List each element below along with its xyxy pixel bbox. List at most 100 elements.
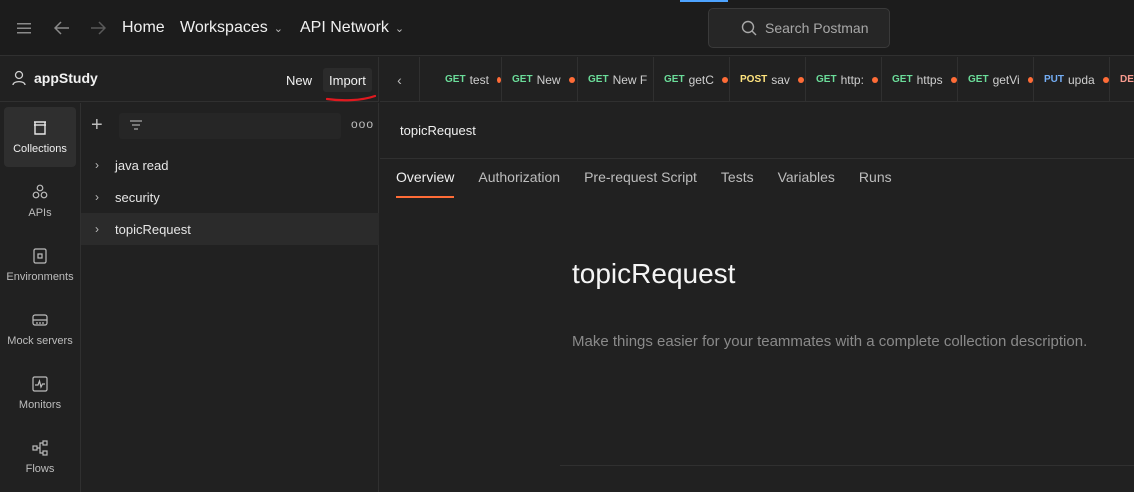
request-name: upda xyxy=(1068,72,1095,87)
tab-authorization[interactable]: Authorization xyxy=(478,169,560,197)
collection-item-label: topicRequest xyxy=(115,221,191,237)
unsaved-dot-icon xyxy=(1027,76,1033,83)
request-method: GET xyxy=(588,74,609,85)
request-tab[interactable]: GET getC xyxy=(654,57,730,101)
filter-input[interactable] xyxy=(119,113,341,139)
back-arrow-icon[interactable] xyxy=(52,18,72,38)
more-options-icon[interactable]: ooo xyxy=(351,117,374,131)
sidebar-item-label: APIs xyxy=(28,207,52,219)
request-tab[interactable]: GET https xyxy=(882,57,958,101)
chevron-right-icon: › xyxy=(95,190,99,204)
sidebar-item-label: Mock servers xyxy=(7,335,73,347)
sidebar-item-environments[interactable]: Environments xyxy=(4,235,76,295)
filter-icon xyxy=(130,120,142,130)
tab-pre-request-script[interactable]: Pre-request Script xyxy=(584,169,697,197)
request-name: http: xyxy=(840,72,864,87)
request-tab[interactable]: GET getVi xyxy=(958,57,1034,101)
workspace-header: appStudy New Import xyxy=(0,57,379,102)
user-icon xyxy=(12,70,26,86)
request-tabs-bar: ‹ GET test GET New GET New F GET getC POST sav GET… xyxy=(380,57,1134,102)
request-name: test xyxy=(469,72,489,87)
search-icon xyxy=(741,20,757,36)
overview-tabs: Overview Authorization Pre-request Scrip… xyxy=(396,169,916,198)
workspaces-label: Workspaces xyxy=(180,19,268,36)
flows-icon xyxy=(32,440,48,456)
forward-arrow-icon[interactable] xyxy=(88,18,108,38)
add-collection-button[interactable]: + xyxy=(91,115,103,135)
workspace-name[interactable]: appStudy xyxy=(12,70,98,86)
request-method: GET xyxy=(512,74,533,85)
request-name: https xyxy=(916,72,943,87)
request-method: POST xyxy=(740,74,768,85)
collections-panel: + ooo › java read › security › topicRequ… xyxy=(81,103,379,492)
request-method: GET xyxy=(664,74,685,85)
request-method: GET xyxy=(816,74,837,85)
sidebar-item-label: Collections xyxy=(13,143,67,155)
sidebar-rail: Collections APIs Environments Mock serve… xyxy=(0,103,81,492)
sidebar-item-collections[interactable]: Collections xyxy=(4,107,76,167)
api-network-menu[interactable]: API Network ⌄ xyxy=(300,19,404,37)
environments-icon xyxy=(33,248,47,264)
request-tab[interactable]: GET New xyxy=(502,57,578,101)
breadcrumb: topicRequest xyxy=(400,123,476,138)
search-input[interactable]: Search Postman xyxy=(708,8,890,48)
request-method: DEL xyxy=(1120,74,1134,85)
tab-overview[interactable]: Overview xyxy=(396,169,455,198)
workspaces-menu[interactable]: Workspaces ⌄ xyxy=(180,19,283,37)
sidebar-item-apis[interactable]: APIs xyxy=(4,171,76,231)
request-tab[interactable]: GET http: xyxy=(806,57,882,101)
home-label: Home xyxy=(122,19,165,36)
collection-item-java-read[interactable]: › java read xyxy=(81,149,379,181)
request-method: GET xyxy=(968,74,989,85)
request-tab[interactable]: GET test xyxy=(435,57,502,101)
request-tab[interactable]: DEL xyxy=(1110,57,1134,101)
unsaved-dot-icon xyxy=(1102,76,1109,83)
request-method: PUT xyxy=(1044,74,1064,85)
chevron-right-icon: › xyxy=(95,222,99,236)
api-network-label: API Network xyxy=(300,19,389,36)
unsaved-dot-icon xyxy=(568,76,575,83)
collections-icon xyxy=(34,121,46,135)
monitors-icon xyxy=(32,376,48,392)
request-name: getVi xyxy=(992,72,1020,87)
main-panel: topicRequest Overview Authorization Pre-… xyxy=(380,103,1134,492)
request-name: New F xyxy=(612,72,648,87)
unsaved-dot-icon xyxy=(950,76,957,83)
top-accent xyxy=(680,0,728,2)
request-name: sav xyxy=(771,72,790,87)
sidebar-item-mock-servers[interactable]: Mock servers xyxy=(4,299,76,359)
unsaved-dot-icon xyxy=(797,76,804,83)
request-tab[interactable]: GET New F xyxy=(578,57,654,101)
new-button[interactable]: New xyxy=(280,68,318,92)
sidebar-item-monitors[interactable]: Monitors xyxy=(4,363,76,423)
request-method: GET xyxy=(892,74,913,85)
collection-description[interactable]: Make things easier for your teammates wi… xyxy=(572,333,1087,350)
divider xyxy=(560,465,1134,466)
request-name: New xyxy=(536,72,561,87)
collection-title[interactable]: topicRequest xyxy=(572,258,735,290)
tab-runs[interactable]: Runs xyxy=(859,169,892,197)
collection-item-security[interactable]: › security xyxy=(81,181,379,213)
top-bar: Home Workspaces ⌄ API Network ⌄ Search Pos… xyxy=(0,0,1134,56)
request-name: getC xyxy=(688,72,714,87)
unsaved-dot-icon xyxy=(496,76,501,83)
menu-icon[interactable] xyxy=(14,18,34,38)
red-annotation-underline xyxy=(326,94,376,102)
tab-tests[interactable]: Tests xyxy=(721,169,754,197)
request-tab[interactable]: POST sav xyxy=(730,57,806,101)
home-link[interactable]: Home xyxy=(122,19,165,37)
scroll-tabs-left-icon[interactable]: ‹ xyxy=(380,57,420,101)
chevron-down-icon: ⌄ xyxy=(394,22,405,35)
apis-icon xyxy=(32,184,48,199)
request-tab[interactable]: PUT upda xyxy=(1034,57,1110,101)
sidebar-item-label: Monitors xyxy=(18,399,62,411)
chevron-down-icon: ⌄ xyxy=(273,22,283,35)
tab-variables[interactable]: Variables xyxy=(778,169,835,197)
import-button[interactable]: Import xyxy=(323,68,372,92)
sidebar-item-flows[interactable]: Flows xyxy=(4,427,76,487)
divider xyxy=(380,158,1134,159)
unsaved-dot-icon xyxy=(721,76,728,83)
collection-item-topicrequest[interactable]: › topicRequest xyxy=(81,213,379,245)
collection-item-label: security xyxy=(115,189,160,205)
sidebar-item-label: Flows xyxy=(25,463,55,475)
